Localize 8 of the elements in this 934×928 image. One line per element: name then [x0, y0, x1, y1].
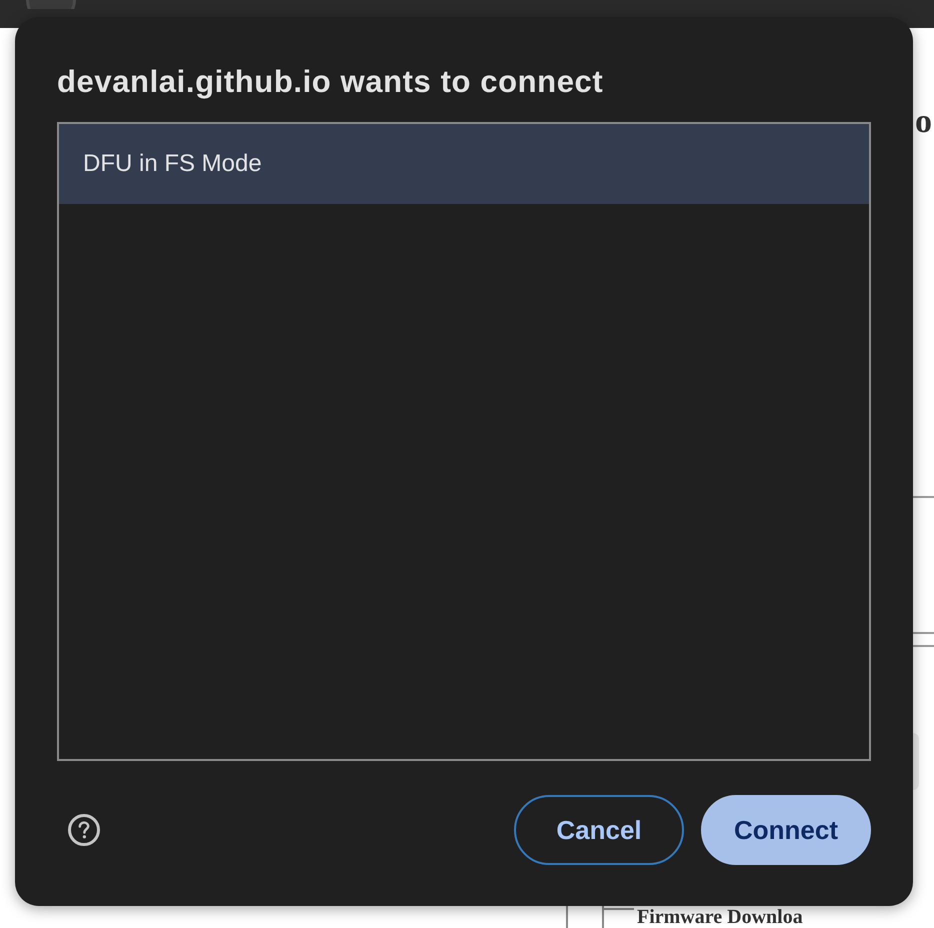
- device-item[interactable]: DFU in FS Mode: [59, 124, 869, 204]
- cancel-button[interactable]: Cancel: [514, 795, 684, 865]
- dialog-title: devanlai.github.io wants to connect: [57, 64, 604, 100]
- fieldset-legend: Firmware Downloa: [637, 906, 803, 927]
- help-icon[interactable]: [68, 814, 100, 846]
- panel-edge: [913, 733, 919, 790]
- connect-button[interactable]: Connect: [701, 795, 871, 865]
- heading-fragment: o: [914, 105, 933, 139]
